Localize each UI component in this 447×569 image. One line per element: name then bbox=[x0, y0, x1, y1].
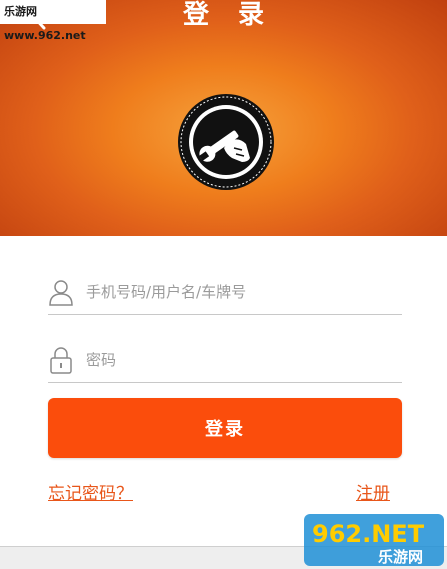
login-button[interactable]: 登录 bbox=[48, 398, 402, 458]
register-link[interactable]: 注册 bbox=[356, 482, 390, 506]
watermark-site: 乐游网 bbox=[378, 548, 423, 566]
user-icon bbox=[49, 280, 73, 306]
password-input[interactable] bbox=[84, 344, 388, 376]
watermark-top: 乐游网 www.962.net bbox=[0, 0, 106, 42]
watermark-logo: 962.NET 乐游网 bbox=[304, 514, 444, 566]
forgot-password-link[interactable]: 忘记密码？ bbox=[48, 482, 133, 506]
wrench-hand-icon bbox=[178, 94, 274, 190]
username-field[interactable] bbox=[48, 266, 402, 315]
lock-icon bbox=[50, 347, 72, 374]
username-input[interactable] bbox=[84, 276, 388, 308]
watermark-brand: 962.NET bbox=[312, 520, 425, 548]
password-field[interactable] bbox=[48, 334, 402, 383]
